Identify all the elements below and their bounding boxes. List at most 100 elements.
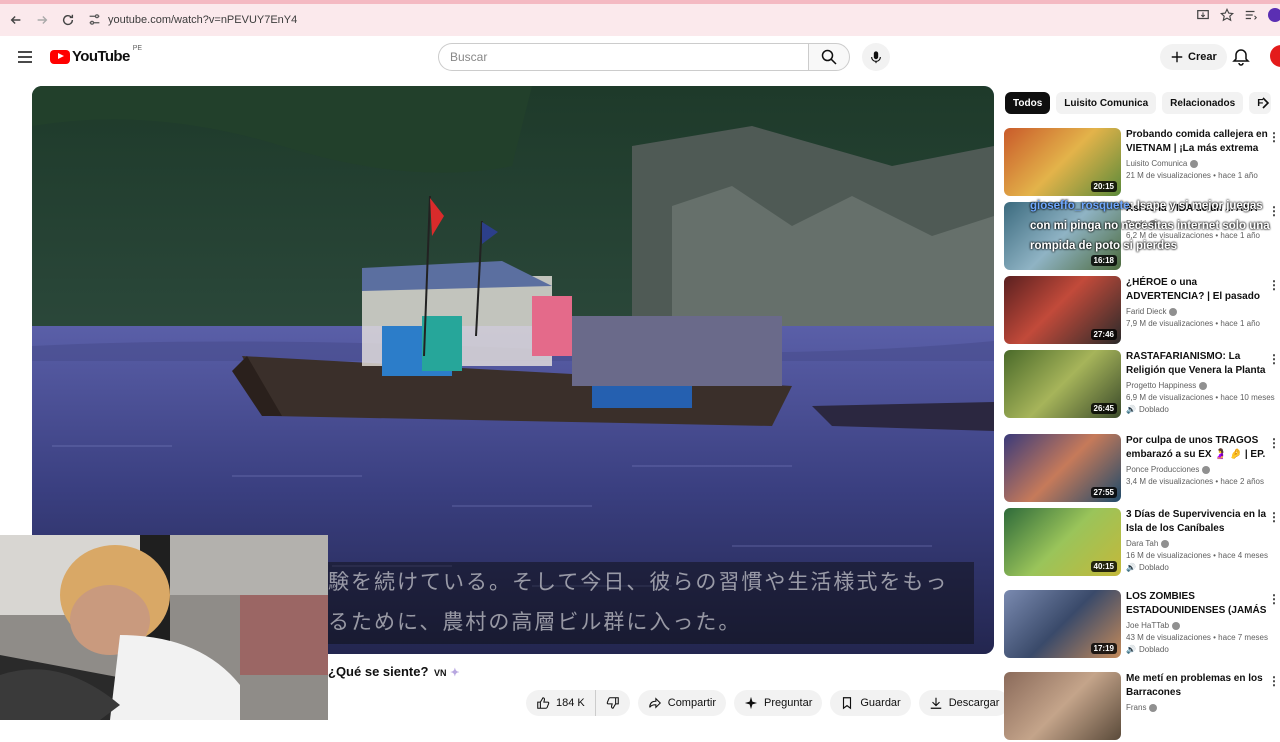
rec-title[interactable]: Por culpa de unos TRAGOS embarazó a su E…: [1126, 434, 1268, 462]
list-item[interactable]: 20:15 Probando comida callejera en VIETN…: [1004, 128, 1280, 198]
video-title-country: VN: [434, 668, 447, 678]
rec-title[interactable]: Me metí en problemas en los Barracones: [1126, 672, 1268, 700]
rec-title[interactable]: 3 Días de Supervivencia en la Isla de lo…: [1126, 508, 1268, 536]
video-actions: 184 K Compartir Preguntar Guardar Descar…: [526, 690, 1044, 716]
rec-title[interactable]: ¿HÉROE o una ADVERTENCIA? | El pasado de…: [1126, 276, 1268, 304]
list-item[interactable]: 26:45 RASTAFARIANISMO: La Religión que V…: [1004, 350, 1280, 420]
duration-badge: 20:15: [1090, 181, 1117, 192]
youtube-play-icon: [50, 49, 70, 64]
country-code: PE: [132, 45, 143, 52]
rec-channel: Farid Dieck: [1126, 307, 1268, 316]
url-text[interactable]: youtube.com/watch?v=nPEVUY7EnY4: [108, 14, 297, 26]
chip-channel[interactable]: Luisito Comunica: [1056, 92, 1157, 114]
ask-button[interactable]: Preguntar: [734, 690, 823, 716]
search-button[interactable]: [808, 43, 850, 71]
dubbed-badge: 🔊 Doblado: [1126, 405, 1268, 414]
list-item[interactable]: 17:19 LOS ZOMBIES ESTADOUNIDENSES (JAMÁS…: [1004, 590, 1280, 660]
rec-meta: 7,9 M de visualizaciones • hace 1 año: [1126, 319, 1260, 328]
rec-meta: 3,4 M de visualizaciones • hace 2 años: [1126, 477, 1264, 486]
dubbed-label: Doblado: [1138, 405, 1169, 414]
video-thumbnail[interactable]: 20:15: [1004, 128, 1121, 196]
like-button[interactable]: 184 K: [526, 690, 596, 716]
rec-title[interactable]: LOS ZOMBIES ESTADOUNIDENSES (JAMÁS ...: [1126, 590, 1268, 618]
save-button[interactable]: Guardar: [830, 690, 911, 716]
video-thumbnail[interactable]: 26:45: [1004, 350, 1121, 418]
like-count: 184 K: [556, 697, 585, 709]
search-input[interactable]: [438, 43, 808, 71]
webcam-overlay: [0, 535, 328, 720]
youtube-logo[interactable]: YouTube PE: [50, 45, 143, 65]
notifications-bell-icon[interactable]: [1232, 48, 1250, 66]
stream-chat-overlay: gioseffo_rosquete: Isape y si mejor jueg…: [1030, 196, 1280, 256]
verified-icon: [1202, 465, 1211, 474]
more-vert-icon[interactable]: ⋮: [1268, 352, 1280, 366]
chevron-right-icon[interactable]: [1258, 96, 1272, 110]
reload-button[interactable]: [56, 8, 80, 32]
video-thumbnail[interactable]: 17:19: [1004, 590, 1121, 658]
download-button[interactable]: Descargar: [918, 690, 1010, 716]
reading-list-icon[interactable]: [1244, 8, 1258, 22]
dubbed-label: Doblado: [1138, 563, 1169, 572]
rec-title[interactable]: Probando comida callejera en VIETNAM | ¡…: [1126, 128, 1268, 156]
list-item[interactable]: 40:15 3 Días de Supervivencia en la Isla…: [1004, 508, 1280, 578]
more-vert-icon[interactable]: ⋮: [1268, 592, 1280, 606]
rec-channel-name[interactable]: Progetto Happiness: [1126, 381, 1196, 390]
more-vert-icon[interactable]: ⋮: [1268, 130, 1280, 144]
rec-channel-name[interactable]: Farid Dieck: [1126, 307, 1166, 316]
rec-title[interactable]: RASTAFARIANISMO: La Religión que Venera …: [1126, 350, 1268, 378]
rec-info: Probando comida callejera en VIETNAM | ¡…: [1126, 128, 1268, 180]
dubbed-icon: 🔊: [1126, 563, 1136, 572]
microphone-icon: [871, 51, 881, 64]
list-item[interactable]: 27:55 Por culpa de unos TRAGOS embarazó …: [1004, 434, 1280, 504]
like-dislike-group: 184 K: [526, 690, 630, 716]
chip-todos[interactable]: Todos: [1005, 92, 1051, 114]
list-item[interactable]: 27:46 ¿HÉROE o una ADVERTENCIA? | El pas…: [1004, 276, 1280, 346]
youtube-header: YouTube PE Crear: [0, 36, 1280, 80]
rec-meta: 43 M de visualizaciones • hace 7 meses: [1126, 633, 1268, 642]
verified-icon: [1199, 381, 1208, 390]
back-button[interactable]: [4, 8, 28, 32]
more-vert-icon[interactable]: ⋮: [1268, 436, 1280, 450]
rec-info: Por culpa de unos TRAGOS embarazó a su E…: [1126, 434, 1268, 486]
user-avatar[interactable]: [1270, 45, 1280, 67]
video-thumbnail[interactable]: 27:55: [1004, 434, 1121, 502]
video-thumbnail[interactable]: 40:15: [1004, 508, 1121, 576]
site-settings-icon[interactable]: [88, 13, 101, 26]
share-button[interactable]: Compartir: [637, 690, 727, 716]
video-thumbnail[interactable]: [1004, 672, 1121, 740]
list-item[interactable]: Me metí en problemas en los Barracones F…: [1004, 672, 1280, 742]
install-app-icon[interactable]: [1196, 8, 1210, 22]
rec-channel-name[interactable]: Dara Tah: [1126, 539, 1158, 548]
arrow-left-icon: [10, 16, 21, 24]
browser-profile-avatar[interactable]: [1268, 8, 1280, 22]
sparkle-icon: ✦: [450, 667, 460, 679]
voice-search-button[interactable]: [862, 43, 890, 71]
verified-icon: [1172, 621, 1181, 630]
sparkle-ai-icon: [744, 696, 758, 710]
chat-username: gioseffo_rosquete: [1030, 200, 1130, 212]
rec-meta: 6,9 M de visualizaciones • hace 10 meses: [1126, 393, 1275, 402]
rec-channel-name[interactable]: Frans: [1126, 703, 1146, 712]
logo-text: YouTube: [72, 48, 130, 65]
browser-actions: [1196, 8, 1280, 22]
video-thumbnail[interactable]: 27:46: [1004, 276, 1121, 344]
more-vert-icon[interactable]: ⋮: [1268, 674, 1280, 688]
rec-meta: 16 M de visualizaciones • hace 4 meses: [1126, 551, 1268, 560]
hamburger-menu-icon[interactable]: [14, 46, 36, 68]
rec-channel-name[interactable]: Ponce Producciones: [1126, 465, 1199, 474]
bookmark-star-icon[interactable]: [1220, 8, 1234, 22]
rec-channel: Joe HaTTab: [1126, 621, 1268, 630]
address-bar[interactable]: youtube.com/watch?v=nPEVUY7EnY4: [84, 8, 1234, 32]
dubbed-icon: 🔊: [1126, 405, 1136, 414]
more-vert-icon[interactable]: ⋮: [1268, 278, 1280, 292]
forward-button[interactable]: [30, 8, 54, 32]
rec-channel-name[interactable]: Luisito Comunica: [1126, 159, 1187, 168]
verified-icon: [1149, 703, 1158, 712]
create-button[interactable]: Crear: [1160, 44, 1227, 70]
dislike-button[interactable]: [596, 690, 630, 716]
chip-related[interactable]: Relacionados: [1162, 92, 1244, 114]
more-vert-icon[interactable]: ⋮: [1268, 510, 1280, 524]
rec-channel-name[interactable]: Joe HaTTab: [1126, 621, 1169, 630]
rec-channel: Dara Tah: [1126, 539, 1268, 548]
verified-icon: [1190, 159, 1199, 168]
